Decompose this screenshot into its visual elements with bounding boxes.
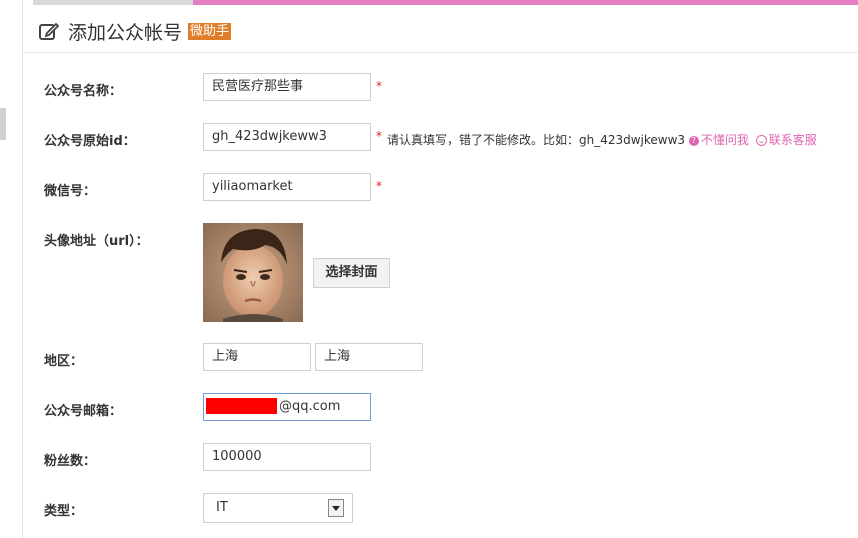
type-label: 类型： [44, 504, 84, 519]
email-suffix: @qq.com [279, 399, 341, 414]
contact-service-label: 联系客服 [768, 133, 817, 147]
fans-label: 粉丝数： [44, 454, 97, 469]
page-title: 添加公众帐号 [68, 21, 183, 44]
original-id-hint: 请认真填写，错了不能修改。比如：gh_423dwjkeww3 ? 不懂问我 联系客… [387, 131, 817, 148]
edit-icon [39, 22, 60, 40]
original-id-input[interactable]: gh_423dwjkeww3 [203, 123, 371, 151]
page-header: 添加公众帐号 微助手 [38, 16, 232, 46]
contact-service-link[interactable]: 联系客服 [753, 133, 817, 147]
type-selected-value: IT [216, 500, 228, 515]
province-input[interactable]: 上海 [203, 343, 311, 371]
avatar-label: 头像地址（url）： [44, 234, 149, 249]
city-input[interactable]: 上海 [315, 343, 423, 371]
assistant-badge: 微助手 [188, 22, 232, 40]
original-id-label: 公众号原始id： [44, 134, 136, 149]
header-divider [22, 52, 858, 53]
top-accent-bar [0, 0, 858, 5]
smile-icon [755, 135, 767, 146]
fans-count-input[interactable]: 100000 [203, 443, 371, 471]
account-name-input[interactable]: 民营医疗那些事 [203, 73, 371, 101]
left-scroll-stub [0, 108, 6, 140]
type-select[interactable]: IT [203, 493, 353, 523]
required-mark: * [376, 129, 382, 143]
question-icon: ? [688, 135, 699, 146]
choose-cover-button[interactable]: 选择封面 [313, 258, 390, 288]
chevron-down-icon[interactable] [328, 499, 344, 517]
required-mark: * [376, 179, 382, 193]
region-label: 地区： [44, 354, 84, 369]
name-label: 公众号名称： [44, 84, 123, 99]
email-label: 公众号邮箱： [44, 404, 123, 419]
help-link-label: 不懂问我 [700, 133, 749, 147]
wechat-label: 微信号： [44, 184, 97, 199]
hint-text: 请认真填写，错了不能修改。比如：gh_423dwjkeww3 [387, 133, 686, 147]
avatar [203, 223, 303, 322]
redacted-email-block [206, 398, 277, 414]
wechat-id-input[interactable]: yiliaomarket [203, 173, 371, 201]
content-left-border [22, 0, 23, 538]
required-mark: * [376, 79, 382, 93]
help-link[interactable]: ? 不懂问我 [688, 133, 749, 147]
